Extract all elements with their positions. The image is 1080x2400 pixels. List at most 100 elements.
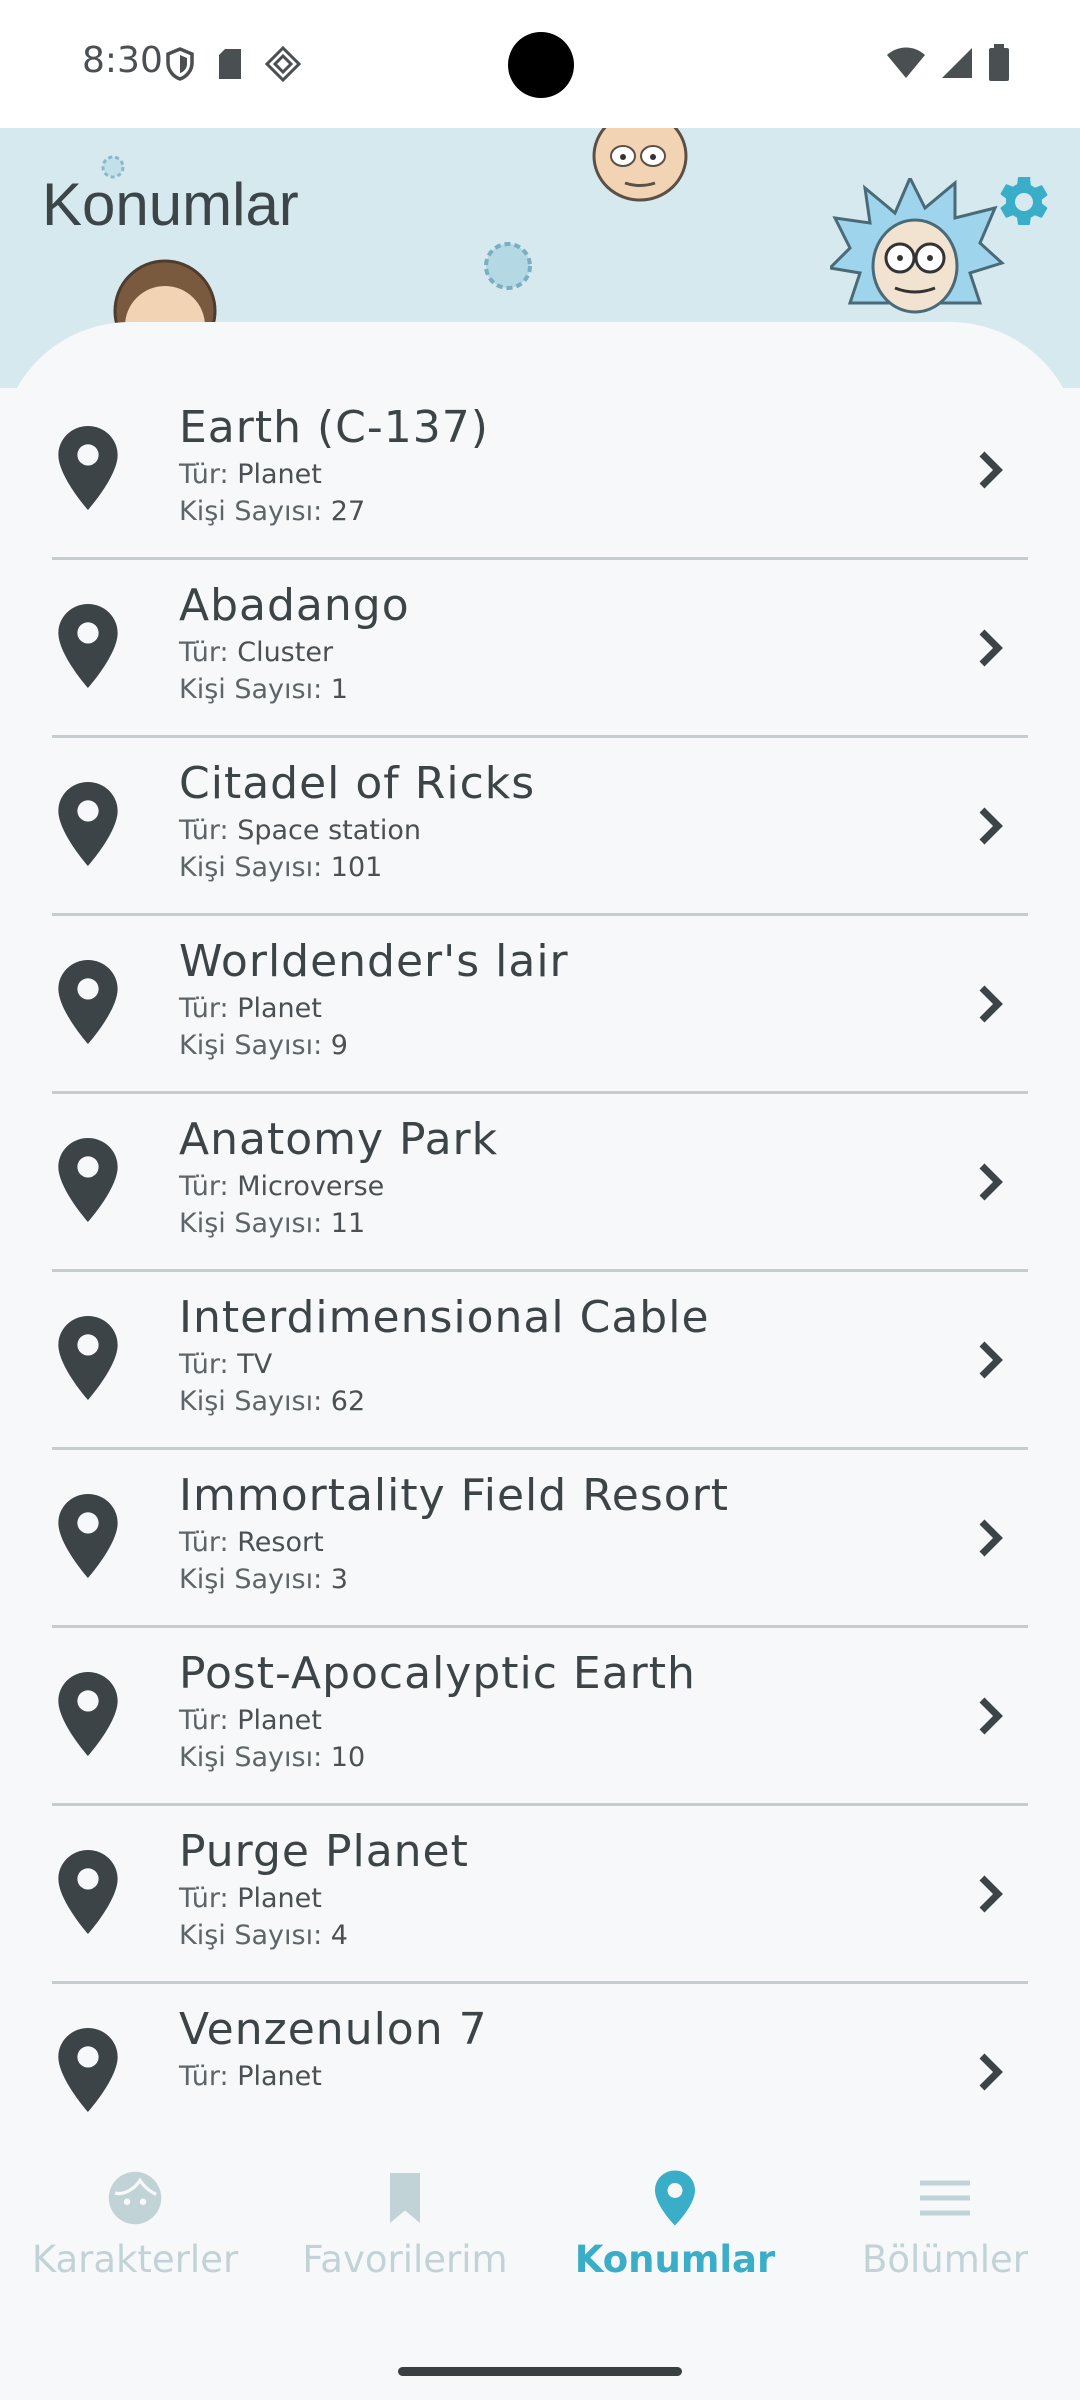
home-indicator[interactable]: [398, 2367, 682, 2376]
count-label: Kişi Sayısı:: [179, 1208, 323, 1239]
chevron-right-icon: [979, 1163, 1003, 1201]
type-label: Tür:: [179, 1349, 229, 1380]
count-label: Kişi Sayısı:: [179, 1742, 323, 1773]
location-pin-icon: [58, 960, 118, 1044]
character-head-decoration: [830, 178, 1005, 314]
location-pin-icon: [58, 1138, 118, 1222]
resident-count: 1: [330, 674, 348, 705]
sd-card-icon: [219, 49, 241, 79]
chevron-right-icon: [979, 807, 1003, 845]
location-row[interactable]: Immortality Field Resort Tür: Resort Kiş…: [52, 1450, 1028, 1628]
status-icons-right: [886, 44, 1010, 82]
nav-item-karakterler[interactable]: Karakterler: [0, 2168, 270, 2281]
nav-item-konumlar[interactable]: Konumlar: [540, 2168, 810, 2281]
camera-cutout: [508, 32, 574, 98]
content-sheet: Earth (C-137) Tür: Planet Kişi Sayısı: 2…: [0, 322, 1080, 2162]
location-pin-icon: [58, 782, 118, 866]
location-pin-icon: [58, 1850, 118, 1934]
location-type: Space station: [237, 815, 421, 846]
chevron-right-icon: [979, 985, 1003, 1023]
count-label: Kişi Sayısı:: [179, 496, 323, 527]
location-row[interactable]: Citadel of Ricks Tür: Space station Kişi…: [52, 738, 1028, 916]
location-list: Earth (C-137) Tür: Planet Kişi Sayısı: 2…: [0, 382, 1080, 2162]
location-row[interactable]: Abadango Tür: Cluster Kişi Sayısı: 1: [52, 560, 1028, 738]
type-label: Tür:: [179, 2061, 229, 2092]
location-pin-icon: [58, 2028, 118, 2112]
nav-label: Karakterler: [31, 2238, 239, 2281]
location-row[interactable]: Anatomy Park Tür: Microverse Kişi Sayısı…: [52, 1094, 1028, 1272]
type-label: Tür:: [179, 1171, 229, 1202]
menu-icon: [920, 2180, 970, 2216]
character-head-decoration: [592, 128, 688, 202]
count-label: Kişi Sayısı:: [179, 1030, 323, 1061]
nav-label: Bölümler: [861, 2238, 1029, 2281]
location-row[interactable]: Earth (C-137) Tür: Planet Kişi Sayısı: 2…: [52, 382, 1028, 560]
location-name: Purge Planet: [179, 1826, 469, 1877]
count-label: Kişi Sayısı:: [179, 1920, 323, 1951]
location-pin-icon: [58, 1316, 118, 1400]
type-label: Tür:: [179, 815, 229, 846]
type-label: Tür:: [179, 993, 229, 1024]
portal-decoration: [484, 242, 532, 290]
location-row[interactable]: Interdimensional Cable Tür: TV Kişi Sayı…: [52, 1272, 1028, 1450]
location-name: Earth (C-137): [179, 402, 489, 453]
nav-item-bolumler[interactable]: Bölümler: [810, 2168, 1080, 2281]
location-pin-icon: [58, 604, 118, 688]
location-pin-icon: [58, 426, 118, 510]
location-type: Planet: [237, 993, 322, 1024]
location-type: Cluster: [237, 637, 334, 668]
nav-item-favorilerim[interactable]: Favorilerim: [270, 2168, 540, 2281]
location-name: Worldender's lair: [179, 936, 569, 987]
status-icons-left: [165, 46, 301, 82]
type-label: Tür:: [179, 637, 229, 668]
resident-count: 9: [330, 1030, 348, 1061]
face-icon: [108, 2171, 162, 2225]
nav-label: Favorilerim: [302, 2238, 508, 2281]
resident-count: 10: [330, 1742, 366, 1773]
location-name: Post-Apocalyptic Earth: [179, 1648, 696, 1699]
chevron-right-icon: [979, 1519, 1003, 1557]
location-type: Planet: [237, 1883, 322, 1914]
chevron-right-icon: [979, 451, 1003, 489]
chevron-right-icon: [979, 1697, 1003, 1735]
bookmark-icon: [390, 2173, 420, 2223]
nfc-icon: [265, 46, 301, 82]
location-name: Citadel of Ricks: [179, 758, 536, 809]
location-type: Planet: [237, 1705, 322, 1736]
location-row[interactable]: Post-Apocalyptic Earth Tür: Planet Kişi …: [52, 1628, 1028, 1806]
count-label: Kişi Sayısı:: [179, 674, 323, 705]
chevron-right-icon: [979, 1875, 1003, 1913]
chevron-right-icon: [979, 629, 1003, 667]
location-pin-icon: [58, 1494, 118, 1578]
type-label: Tür:: [179, 459, 229, 490]
signal-icon: [942, 48, 972, 78]
location-type: Planet: [237, 459, 322, 490]
resident-count: 3: [330, 1564, 348, 1595]
location-pin-icon: [655, 2170, 695, 2226]
location-name: Immortality Field Resort: [179, 1470, 730, 1521]
resident-count: 27: [330, 496, 366, 527]
type-label: Tür:: [179, 1705, 229, 1736]
location-type: TV: [237, 1349, 273, 1380]
chevron-right-icon: [979, 1341, 1003, 1379]
wifi-icon: [887, 47, 925, 78]
location-type: Resort: [237, 1527, 324, 1558]
character-head-decoration: [113, 259, 217, 326]
location-row[interactable]: Purge Planet Tür: Planet Kişi Sayısı: 4: [52, 1806, 1028, 1984]
resident-count: 62: [330, 1386, 366, 1417]
location-name: Anatomy Park: [179, 1114, 499, 1165]
location-type: Microverse: [237, 1171, 385, 1202]
nav-label: Konumlar: [574, 2238, 776, 2281]
status-time: 8:30: [82, 40, 163, 81]
bottom-navigation: Karakterler Favorilerim Konumlar Bölümle…: [0, 2130, 1080, 2400]
resident-count: 101: [330, 852, 383, 883]
chevron-right-icon: [979, 2053, 1003, 2091]
location-row[interactable]: Worldender's lair Tür: Planet Kişi Sayıs…: [52, 916, 1028, 1094]
count-label: Kişi Sayısı:: [179, 1564, 323, 1595]
resident-count: 11: [330, 1208, 366, 1239]
settings-gear-icon[interactable]: [994, 172, 1054, 232]
location-pin-icon: [58, 1672, 118, 1756]
page-title: Konumlar: [42, 171, 299, 238]
location-type: Planet: [237, 2061, 322, 2092]
location-name: Interdimensional Cable: [179, 1292, 710, 1343]
